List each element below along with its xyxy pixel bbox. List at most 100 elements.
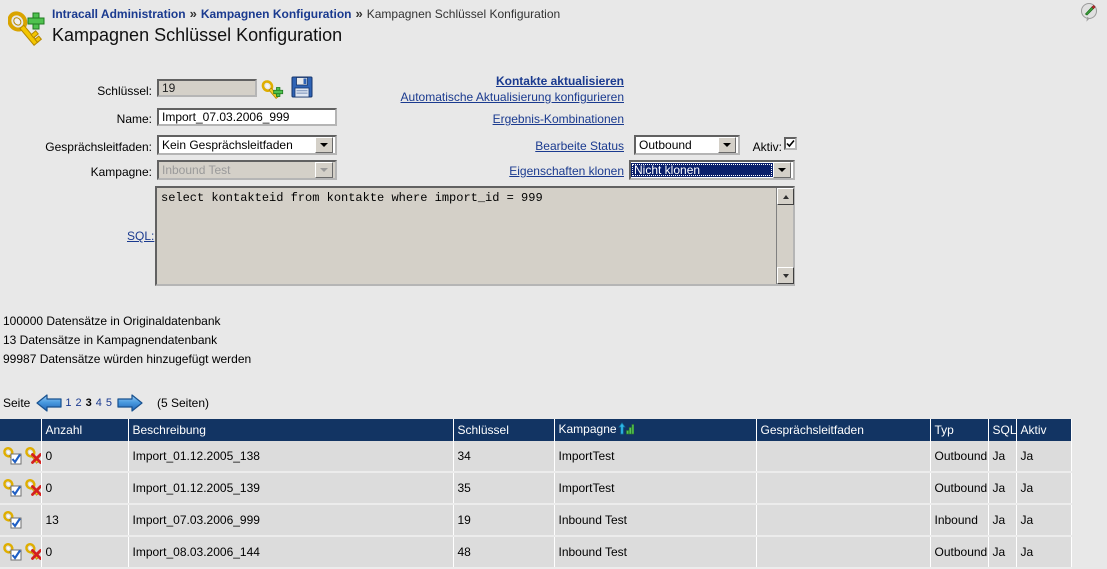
key-delete-icon[interactable]	[24, 445, 40, 468]
key-delete-icon[interactable]	[24, 477, 40, 500]
cell-sql: Ja	[988, 441, 1017, 473]
cell-typ: Outbound	[930, 472, 989, 505]
key-edit-icon[interactable]	[2, 509, 24, 532]
col-kampagne-label: Kampagne	[558, 422, 617, 436]
cell-beschreibung: Import_08.03.2006_144	[128, 536, 454, 569]
cell-anzahl: 13	[41, 504, 129, 537]
gespraechsleitfaden-select[interactable]: Kein Gesprächsleitfaden	[157, 135, 337, 155]
key-edit-icon[interactable]	[2, 445, 24, 468]
cell-kampagne: ImportTest	[554, 441, 757, 473]
chevron-down-icon	[773, 162, 791, 178]
scroll-down-icon[interactable]	[777, 267, 794, 284]
sql-scrollbar[interactable]	[776, 188, 794, 284]
breadcrumb-item-2: Kampagnen Schlüssel Konfiguration	[366, 7, 561, 21]
row-actions	[0, 536, 42, 569]
schluessel-input[interactable]	[157, 79, 257, 97]
cell-gespraechsleitfaden	[756, 504, 931, 537]
col-actions	[0, 419, 42, 441]
chevron-down-icon	[315, 137, 333, 153]
pager-page-3[interactable]: 3	[86, 397, 92, 409]
page-title: Kampagnen Schlüssel Konfiguration	[52, 25, 343, 45]
sql-text-value: select kontakteid from kontakte where im…	[161, 191, 543, 205]
cell-gespraechsleitfaden	[756, 441, 931, 473]
cell-gespraechsleitfaden	[756, 536, 931, 569]
row-actions	[0, 441, 42, 473]
col-beschreibung[interactable]: Beschreibung	[128, 419, 454, 441]
cell-gespraechsleitfaden	[756, 472, 931, 505]
aktiv-checkbox[interactable]	[784, 137, 797, 150]
cell-schluessel: 48	[453, 536, 555, 569]
arrow-left-icon[interactable]	[35, 393, 63, 413]
kampagne-value: Inbound Test	[162, 163, 231, 177]
cell-beschreibung: Import_01.12.2005_138	[128, 441, 454, 473]
klonen-select[interactable]: Nicht klonen	[629, 160, 795, 180]
cell-sql: Ja	[988, 472, 1017, 505]
cell-schluessel: 19	[453, 504, 555, 537]
cell-schluessel: 34	[453, 441, 555, 473]
name-label: Name:	[116, 112, 152, 126]
col-typ[interactable]: Typ	[930, 419, 989, 441]
col-aktiv[interactable]: Aktiv	[1016, 419, 1072, 441]
schluessel-label: Schlüssel:	[97, 84, 152, 98]
aktiv-label: Aktiv:	[752, 140, 782, 154]
col-gespraechsleitfaden[interactable]: Gesprächsleitfaden	[756, 419, 931, 441]
table-row: 0 Import_01.12.2005_138 34 ImportTest Outbou…	[0, 441, 1072, 473]
pager-total: (5 Seiten)	[156, 396, 210, 410]
breadcrumb-separator: »	[189, 6, 197, 21]
col-anzahl[interactable]: Anzahl	[41, 419, 129, 441]
cell-typ: Outbound	[930, 536, 989, 569]
table-row: 0 Import_08.03.2006_144 48 Inbound Test Outb…	[0, 536, 1072, 569]
pager-page-5[interactable]: 5	[106, 397, 112, 409]
cell-aktiv: Ja	[1016, 504, 1072, 537]
gespraechsleitfaden-label: Gesprächsleitfaden:	[45, 140, 152, 154]
count-original: 100000 Datensätze in Originaldatenbank	[3, 314, 221, 328]
cell-sql: Ja	[988, 536, 1017, 569]
cell-anzahl: 0	[41, 441, 129, 473]
cell-typ: Outbound	[930, 441, 989, 473]
breadcrumb-item-1[interactable]: Kampagnen Konfiguration	[201, 7, 352, 21]
sql-textarea[interactable]: select kontakteid from kontakte where im…	[155, 186, 795, 286]
col-schluessel[interactable]: Schlüssel	[453, 419, 555, 441]
breadcrumb-separator-2: »	[355, 6, 363, 21]
pager-page-2[interactable]: 2	[75, 397, 81, 409]
col-kampagne[interactable]: Kampagne	[554, 419, 757, 441]
pager-page-4[interactable]: 4	[96, 397, 102, 409]
floppy-save-icon[interactable]	[291, 76, 313, 98]
scroll-up-icon[interactable]	[777, 188, 794, 205]
cell-typ: Inbound	[930, 504, 989, 537]
cell-schluessel: 35	[453, 472, 555, 505]
key-add-icon[interactable]	[261, 76, 285, 100]
name-input[interactable]	[157, 108, 337, 126]
cell-aktiv: Ja	[1016, 472, 1072, 505]
pager-page-1[interactable]: 1	[65, 397, 71, 409]
key-delete-icon[interactable]	[24, 541, 40, 564]
eigenschaften-klonen-link[interactable]: Eigenschaften klonen	[395, 164, 624, 178]
cell-anzahl: 0	[41, 536, 129, 569]
cell-sql: Ja	[988, 504, 1017, 537]
row-actions	[0, 472, 42, 505]
sort-ascending-icon[interactable]	[617, 422, 634, 438]
table-row: 13 Import_07.03.2006_999 19 Inbound Test Inb…	[0, 504, 1072, 537]
breadcrumb: Intracall Administration» Kampagnen Konfi…	[52, 6, 560, 21]
kontakte-aktualisieren-link[interactable]: Kontakte aktualisieren	[395, 74, 624, 88]
sql-label[interactable]: SQL:	[127, 229, 154, 243]
automatische-aktualisierung-link[interactable]: Automatische Aktualisierung konfiguriere…	[395, 90, 624, 104]
table-row: 0 Import_01.12.2005_139 35 ImportTest Outbou…	[0, 472, 1072, 505]
ergebnis-kombinationen-link[interactable]: Ergebnis-Kombinationen	[395, 112, 624, 126]
col-sql[interactable]: SQL	[988, 419, 1017, 441]
cell-aktiv: Ja	[1016, 441, 1072, 473]
arrow-right-icon[interactable]	[116, 393, 144, 413]
kampagne-select: Inbound Test	[157, 160, 337, 180]
status-select[interactable]: Outbound	[634, 135, 740, 155]
breadcrumb-item-0[interactable]: Intracall Administration	[52, 7, 186, 21]
key-edit-icon[interactable]	[2, 477, 24, 500]
help-badge-icon[interactable]	[1080, 2, 1100, 22]
bearbeite-status-link[interactable]: Bearbeite Status	[395, 139, 624, 153]
chevron-down-icon	[315, 162, 333, 178]
klonen-select-value: Nicht klonen	[631, 163, 773, 177]
key-edit-icon[interactable]	[2, 541, 24, 564]
key-plus-logo-icon	[7, 4, 50, 48]
table-header-row: Anzahl Beschreibung Schlüssel Kampagne G…	[0, 419, 1072, 441]
status-select-value: Outbound	[639, 138, 692, 152]
cell-aktiv: Ja	[1016, 536, 1072, 569]
